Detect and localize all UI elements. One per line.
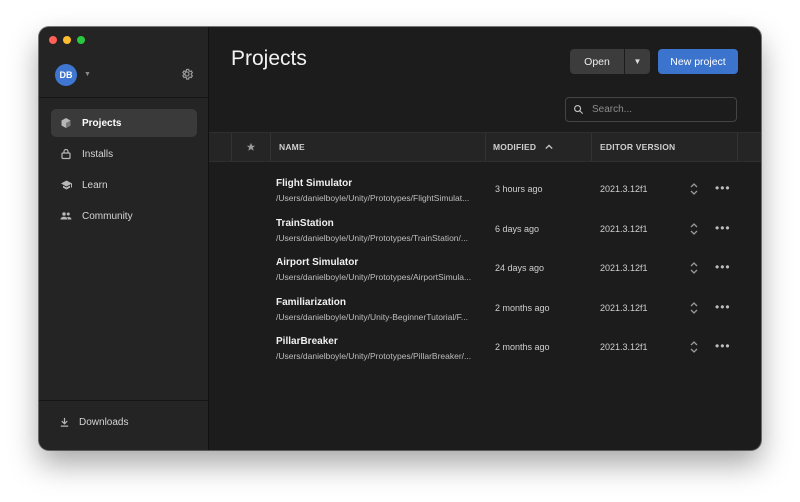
project-path: /Users/danielboyle/Unity/Prototypes/Trai… — [276, 232, 468, 243]
download-icon — [57, 415, 71, 429]
project-path: /Users/danielboyle/Unity/Prototypes/Pill… — [276, 351, 472, 361]
table-row[interactable]: PillarBreaker /Users/danielboyle/Unity/P… — [209, 329, 761, 369]
column-divider — [737, 133, 738, 161]
gear-icon[interactable] — [180, 67, 194, 81]
projects-list: Flight Simulator /Users/danielboyle/Unit… — [209, 171, 761, 369]
sidebar-divider — [39, 97, 208, 98]
column-divider — [231, 133, 232, 161]
project-modified: 3 hours ago — [495, 184, 543, 194]
more-options-icon[interactable]: ••• — [715, 339, 731, 353]
project-editor-version: 2021.3.12f1 — [600, 184, 648, 194]
maximize-window-button[interactable] — [77, 36, 85, 44]
table-row[interactable]: Familiarization /Users/danielboyle/Unity… — [209, 290, 761, 330]
main-panel: Projects Open ▼ New project NAME MODIFIE… — [209, 27, 761, 450]
version-select-icon[interactable] — [689, 260, 699, 276]
project-editor-version: 2021.3.12f1 — [600, 263, 648, 273]
more-options-icon[interactable]: ••• — [715, 181, 731, 195]
star-icon — [246, 142, 256, 151]
project-modified: 24 days ago — [495, 263, 545, 273]
search-box[interactable] — [565, 97, 737, 122]
close-window-button[interactable] — [49, 36, 57, 44]
graduation-cap-icon — [59, 178, 73, 192]
minimize-window-button[interactable] — [63, 36, 71, 44]
app-window: DB ▼ Projects Installs Learn Community D… — [39, 27, 761, 450]
more-options-icon[interactable]: ••• — [715, 221, 731, 235]
project-path: /Users/danielboyle/Unity/Unity-BeginnerT… — [276, 311, 468, 322]
modified-header-label: MODIFIED — [493, 142, 537, 152]
downloads-button[interactable]: Downloads — [57, 415, 128, 429]
version-select-icon[interactable] — [689, 300, 699, 316]
window-controls — [49, 36, 85, 44]
sidebar-item-learn[interactable]: Learn — [51, 171, 197, 199]
column-divider — [485, 133, 486, 161]
people-icon — [59, 209, 73, 223]
project-modified: 6 days ago — [495, 223, 540, 234]
sidebar-item-label: Learn — [82, 179, 108, 191]
version-select-icon[interactable] — [689, 339, 699, 355]
version-select-icon[interactable] — [689, 181, 699, 197]
table-header: NAME MODIFIED EDITOR VERSION — [209, 132, 761, 162]
sidebar-item-community[interactable]: Community — [51, 202, 197, 230]
page-title: Projects — [231, 47, 307, 70]
sidebar-divider — [39, 400, 208, 401]
column-divider — [591, 133, 592, 161]
version-select-icon[interactable] — [689, 221, 699, 237]
more-options-icon[interactable]: ••• — [715, 300, 731, 314]
favorite-column-header[interactable] — [246, 133, 256, 161]
project-name: TrainStation — [276, 217, 334, 229]
project-path: /Users/danielboyle/Unity/Prototypes/Flig… — [276, 193, 470, 203]
open-options-button[interactable]: ▼ — [625, 49, 650, 74]
project-editor-version: 2021.3.12f1 — [600, 342, 648, 352]
new-project-button[interactable]: New project — [658, 49, 738, 74]
chevron-down-icon: ▼ — [633, 57, 642, 66]
open-button[interactable]: Open — [570, 49, 624, 74]
chevron-down-icon[interactable]: ▼ — [84, 71, 91, 78]
project-name: PillarBreaker — [276, 336, 338, 347]
project-name: Flight Simulator — [276, 178, 353, 189]
sidebar-item-installs[interactable]: Installs — [51, 140, 197, 168]
table-row[interactable]: Airport Simulator /Users/danielboyle/Uni… — [209, 250, 761, 290]
sidebar-item-label: Projects — [82, 117, 122, 129]
project-editor-version: 2021.3.12f1 — [600, 223, 648, 234]
sidebar-item-label: Community — [82, 210, 133, 222]
editor-version-column-header[interactable]: EDITOR VERSION — [600, 133, 675, 161]
sort-ascending-icon — [545, 144, 553, 150]
lock-icon — [59, 147, 73, 161]
table-row[interactable]: Flight Simulator /Users/danielboyle/Unit… — [209, 171, 761, 211]
project-editor-version: 2021.3.12f1 — [600, 302, 648, 313]
table-row[interactable]: TrainStation /Users/danielboyle/Unity/Pr… — [209, 211, 761, 251]
project-name: Airport Simulator — [276, 257, 359, 268]
avatar[interactable]: DB — [55, 64, 77, 86]
name-column-header[interactable]: NAME — [279, 133, 305, 161]
column-divider — [270, 133, 271, 161]
project-path: /Users/danielboyle/Unity/Prototypes/Airp… — [276, 272, 472, 282]
modified-column-header[interactable]: MODIFIED — [493, 133, 553, 161]
search-icon — [574, 105, 584, 115]
more-options-icon[interactable]: ••• — [715, 260, 731, 274]
cube-icon — [59, 116, 73, 130]
search-input[interactable] — [590, 103, 734, 116]
sidebar: DB ▼ Projects Installs Learn Community D… — [39, 27, 209, 450]
downloads-label: Downloads — [79, 416, 129, 428]
project-modified: 2 months ago — [495, 302, 550, 313]
project-name: Familiarization — [276, 296, 347, 308]
sidebar-item-label: Installs — [82, 148, 114, 160]
project-modified: 2 months ago — [495, 342, 550, 352]
sidebar-nav: Projects Installs Learn Community — [51, 109, 197, 233]
sidebar-item-projects[interactable]: Projects — [51, 109, 197, 137]
